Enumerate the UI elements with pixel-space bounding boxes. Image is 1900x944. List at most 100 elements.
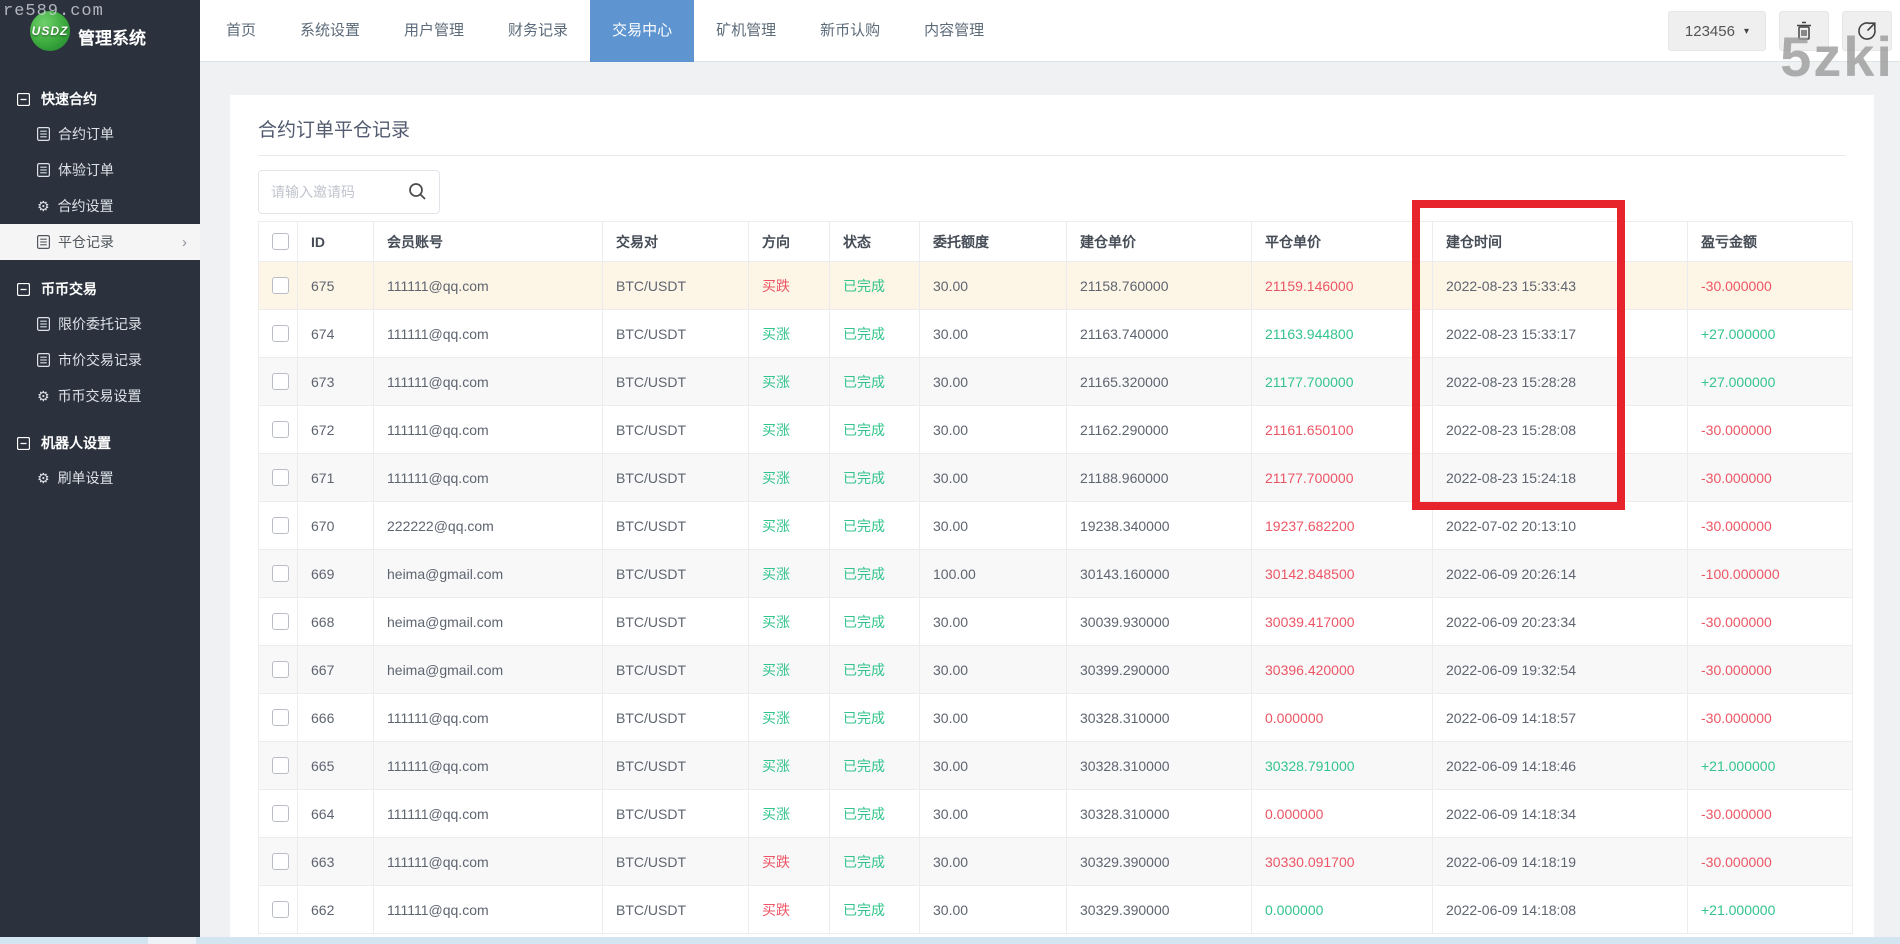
cell-profit: -30.000000 xyxy=(1687,405,1853,454)
cell-open-price: 21162.290000 xyxy=(1066,405,1252,454)
cell-direction: 买跌 xyxy=(748,885,830,934)
nav-tab[interactable]: 财务记录 xyxy=(486,0,590,62)
nav-tab[interactable]: 矿机管理 xyxy=(694,0,798,62)
minus-square-icon xyxy=(17,92,30,106)
row-checkbox[interactable] xyxy=(272,805,289,823)
cell-id: 665 xyxy=(297,741,374,790)
cell-pair: BTC/USDT xyxy=(602,789,749,838)
sidebar-item-label: 平仓记录 xyxy=(58,234,114,250)
cell-profit: -100.000000 xyxy=(1687,549,1853,598)
sidebar-item-label: 合约设置 xyxy=(57,198,114,214)
sidebar-item[interactable]: ⚙ 平仓记录 › xyxy=(0,224,200,260)
sidebar-item[interactable]: ⚙ 合约设置 › xyxy=(0,188,200,224)
cell-open-price: 30329.390000 xyxy=(1066,837,1252,886)
nav-tab-label: 财务记录 xyxy=(508,22,569,39)
topbar: USDZ 管理系统 首页 系统设置 用户管理 财务记录 交易中心 矿机管理 新币认购 内容管理… xyxy=(0,0,1900,62)
cell-close-price: 30328.791000 xyxy=(1251,741,1433,790)
row-checkbox[interactable] xyxy=(272,517,289,535)
nav-tab[interactable]: 用户管理 xyxy=(382,0,486,62)
sidebar-item-label: 市价交易记录 xyxy=(58,352,142,368)
nav-tab[interactable]: 新币认购 xyxy=(798,0,902,62)
cell-id: 667 xyxy=(297,645,374,694)
cell-id: 668 xyxy=(297,597,374,646)
cell-open-time: 2022-08-23 15:33:43 xyxy=(1432,261,1688,310)
sidebar-item[interactable]: ⚙ 体验订单 › xyxy=(0,152,200,188)
column-header: 平仓单价 xyxy=(1251,221,1433,262)
cell-checkbox xyxy=(258,645,298,694)
cell-amount: 30.00 xyxy=(919,837,1067,886)
cell-account: 111111@qq.com xyxy=(373,837,603,886)
table-row: 674 111111@qq.com BTC/USDT 买涨 已完成 30.00 … xyxy=(258,309,1853,358)
cell-account: heima@gmail.com xyxy=(373,597,603,646)
row-checkbox[interactable] xyxy=(272,421,289,439)
minus-square-icon xyxy=(17,436,30,450)
cell-profit: -30.000000 xyxy=(1687,645,1853,694)
cell-open-time: 2022-08-23 15:24:18 xyxy=(1432,453,1688,502)
row-checkbox[interactable] xyxy=(272,565,289,583)
row-checkbox[interactable] xyxy=(272,613,289,631)
cell-pair: BTC/USDT xyxy=(602,645,749,694)
search-box xyxy=(258,170,440,214)
cell-open-time: 2022-06-09 14:18:57 xyxy=(1432,693,1688,742)
row-checkbox[interactable] xyxy=(272,901,289,919)
table-row: 665 111111@qq.com BTC/USDT 买涨 已完成 30.00 … xyxy=(258,741,1853,790)
column-header: 建仓时间 xyxy=(1432,221,1688,262)
cell-status: 已完成 xyxy=(829,261,920,310)
nav-tab[interactable]: 首页 xyxy=(204,0,278,62)
row-checkbox[interactable] xyxy=(272,325,289,343)
cell-close-price: 30039.417000 xyxy=(1251,597,1433,646)
cell-id: 670 xyxy=(297,501,374,550)
sidebar-section-title[interactable]: 快速合约 xyxy=(0,82,200,116)
cell-close-price: 30396.420000 xyxy=(1251,645,1433,694)
column-header: 盈亏金额 xyxy=(1687,221,1853,262)
sidebar-item-label: 体验订单 xyxy=(58,162,114,178)
main-nav: 首页 系统设置 用户管理 财务记录 交易中心 矿机管理 新币认购 内容管理 xyxy=(200,0,1006,62)
cell-amount: 30.00 xyxy=(919,693,1067,742)
sidebar-item[interactable]: ⚙ 市价交易记录 › xyxy=(0,342,200,378)
cell-amount: 30.00 xyxy=(919,357,1067,406)
nav-tab[interactable]: 交易中心 xyxy=(590,0,695,62)
nav-tab[interactable]: 内容管理 xyxy=(902,0,1006,62)
nav-tab[interactable]: 系统设置 xyxy=(278,0,382,62)
sidebar-item[interactable]: ⚙ 刷单设置 › xyxy=(0,460,200,496)
cell-amount: 30.00 xyxy=(919,885,1067,934)
cell-open-price: 30039.930000 xyxy=(1066,597,1252,646)
cell-open-price: 19238.340000 xyxy=(1066,501,1252,550)
cell-open-price: 30328.310000 xyxy=(1066,789,1252,838)
cell-open-time: 2022-06-09 14:18:46 xyxy=(1432,741,1688,790)
row-checkbox[interactable] xyxy=(272,853,289,871)
list-icon xyxy=(37,163,50,177)
sidebar-item-label: 限价委托记录 xyxy=(58,316,142,332)
sidebar-section-title[interactable]: 机器人设置 xyxy=(0,426,200,460)
cell-status: 已完成 xyxy=(829,789,920,838)
cell-open-time: 2022-06-09 20:26:14 xyxy=(1432,549,1688,598)
user-menu-button[interactable]: 123456 ▾ xyxy=(1667,11,1766,51)
sidebar-item[interactable]: ⚙ 限价委托记录 › xyxy=(0,306,200,342)
table-row: 668 heima@gmail.com BTC/USDT 买涨 已完成 30.0… xyxy=(258,597,1853,646)
cell-close-price: 21161.650100 xyxy=(1251,405,1433,454)
content-area: 合约订单平仓记录 ID会员账号交易对方向状态委托额度建仓 xyxy=(200,62,1900,944)
cell-pair: BTC/USDT xyxy=(602,597,749,646)
select-all-checkbox[interactable] xyxy=(272,233,289,251)
scrollbar-thumb[interactable] xyxy=(148,937,196,944)
sidebar-item[interactable]: ⚙ 币币交易设置 › xyxy=(0,378,200,414)
nav-tab-label: 新币认购 xyxy=(820,22,881,39)
sidebar-section-title[interactable]: 币币交易 xyxy=(0,272,200,306)
cell-id: 675 xyxy=(297,261,374,310)
row-checkbox[interactable] xyxy=(272,469,289,487)
row-checkbox[interactable] xyxy=(272,757,289,775)
sidebar-item[interactable]: ⚙ 合约订单 › xyxy=(0,116,200,152)
row-checkbox[interactable] xyxy=(272,709,289,727)
cell-open-time: 2022-06-09 20:23:34 xyxy=(1432,597,1688,646)
horizontal-scrollbar[interactable] xyxy=(0,937,1900,944)
cell-direction: 买涨 xyxy=(748,597,830,646)
row-checkbox[interactable] xyxy=(272,277,289,295)
search-icon[interactable] xyxy=(408,182,427,201)
row-checkbox[interactable] xyxy=(272,661,289,679)
cell-direction: 买跌 xyxy=(748,837,830,886)
table-row: 671 111111@qq.com BTC/USDT 买涨 已完成 30.00 … xyxy=(258,453,1853,502)
cell-account: 111111@qq.com xyxy=(373,453,603,502)
row-checkbox[interactable] xyxy=(272,373,289,391)
cell-status: 已完成 xyxy=(829,309,920,358)
cell-account: 111111@qq.com xyxy=(373,357,603,406)
